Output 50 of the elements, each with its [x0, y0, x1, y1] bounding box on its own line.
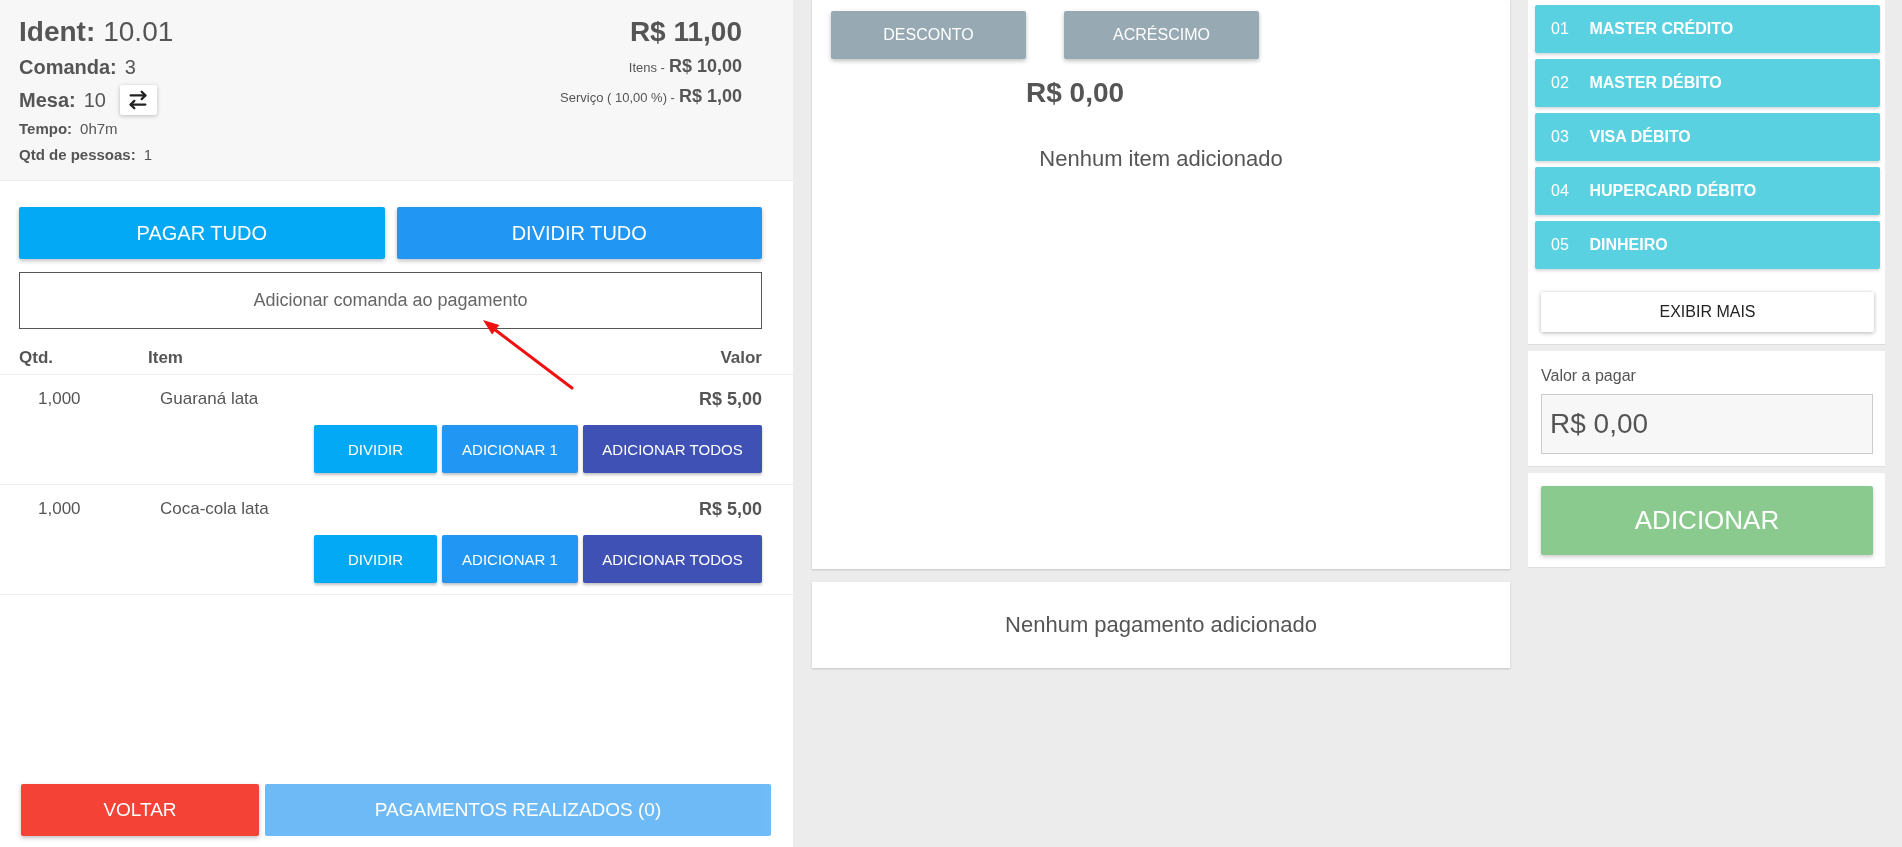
comanda-label: Comanda:: [19, 55, 117, 80]
time-label: Tempo:: [19, 119, 73, 139]
item-name-cell-text: Guaraná lata: [159, 389, 260, 409]
add-one-button[interactable]: ADICIONAR 1: [442, 425, 578, 473]
comanda-value: 3: [124, 55, 136, 80]
column-header: Qtd.: [19, 348, 54, 368]
payment-method-button[interactable]: 05 DINHEIRO: [1535, 221, 1880, 269]
add-comanda-button[interactable]: Adicionar comanda ao pagamento: [19, 272, 762, 329]
swap-button[interactable]: [119, 85, 157, 115]
table-value: 10: [83, 88, 106, 113]
quantity-cell-text: 1,000: [37, 499, 82, 519]
empty-payments-message: Nenhum pagamento adicionado: [1005, 612, 1317, 638]
add-all-button[interactable]: ADICIONAR TODOS: [583, 425, 762, 473]
ident-label: Ident:: [19, 15, 96, 49]
swap-arrows-icon: [127, 89, 150, 111]
items-label: Itens -: [628, 59, 665, 77]
add-all-button[interactable]: ADICIONAR TODOS: [583, 535, 762, 583]
payment-method-button[interactable]: 02 MASTER DÉBITO: [1535, 59, 1880, 107]
quantity-cell-text: 1,000: [37, 389, 82, 409]
time-value: 0h7m: [80, 119, 118, 139]
show-more-button[interactable]: EXIBIR MAIS: [1541, 292, 1874, 332]
discount-button[interactable]: DESCONTO: [831, 11, 1026, 59]
payment-method-button[interactable]: 03 VISA DÉBITO: [1535, 113, 1880, 161]
service-value: R$ 1,00: [678, 85, 742, 108]
people-label: Qtd de pessoas:: [19, 145, 136, 165]
item-name-cell-text: Coca-cola lata: [159, 499, 270, 519]
column-header: Item: [148, 348, 184, 368]
add-payment-button[interactable]: ADICIONAR: [1541, 486, 1873, 555]
people-value: 1: [143, 145, 153, 165]
empty-items-message: Nenhum item adicionado: [1039, 145, 1283, 173]
total-amount: R$ 11,00: [629, 15, 742, 49]
table-label: Mesa:: [19, 88, 76, 113]
back-button[interactable]: VOLTAR: [21, 784, 259, 836]
surcharge-button[interactable]: ACRÉSCIMO: [1064, 11, 1259, 59]
amount-due-label: Valor a pagar: [1541, 366, 1636, 386]
payment-method-button[interactable]: 01 MASTER CRÉDITO: [1535, 5, 1880, 53]
add-one-button[interactable]: ADICIONAR 1: [442, 535, 578, 583]
service-label: Serviço ( 10,00 %) -: [560, 89, 675, 107]
split-all-button[interactable]: DIVIDIR TUDO: [396, 207, 762, 259]
price-cell: R$ 5,00: [698, 388, 762, 410]
pay-all-button[interactable]: PAGAR TUDO: [19, 207, 385, 259]
adjustment-amount: R$ 0,00: [1026, 76, 1125, 110]
ident-value: 10.01: [103, 15, 174, 49]
items-value: R$ 10,00: [668, 55, 742, 78]
column-header: Valor: [720, 348, 762, 368]
split-button[interactable]: DIVIDIR: [314, 535, 437, 583]
price-cell: R$ 5,00: [698, 498, 762, 520]
split-button[interactable]: DIVIDIR: [314, 425, 437, 473]
amount-due-field[interactable]: R$ 0,00: [1541, 394, 1873, 454]
payment-method-button[interactable]: 04 HUPERCARD DÉBITO: [1535, 167, 1880, 215]
